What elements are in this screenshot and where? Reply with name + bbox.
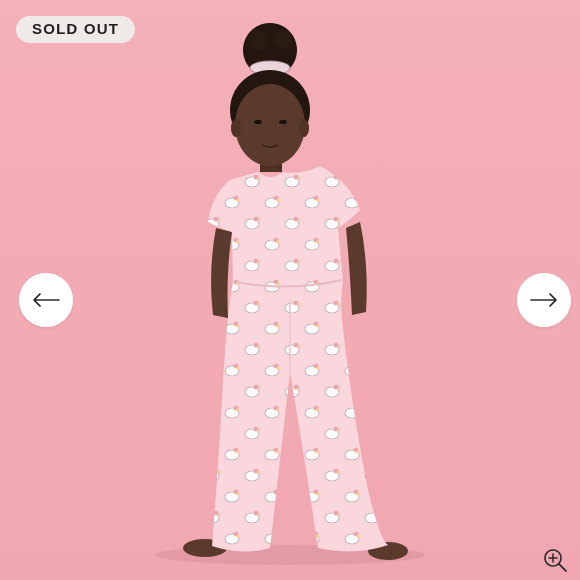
arrow-left-icon: [33, 293, 60, 307]
product-photo: [155, 23, 425, 565]
product-image-gallery: SOLD OUT: [0, 0, 580, 580]
arrow-right-icon: [530, 293, 557, 307]
sold-out-badge: SOLD OUT: [16, 16, 136, 43]
zoom-image-button[interactable]: [540, 545, 570, 575]
next-image-button[interactable]: [517, 273, 571, 327]
previous-image-button[interactable]: [19, 273, 73, 327]
jumpsuit: [208, 166, 388, 552]
zoom-in-icon: [544, 549, 567, 572]
